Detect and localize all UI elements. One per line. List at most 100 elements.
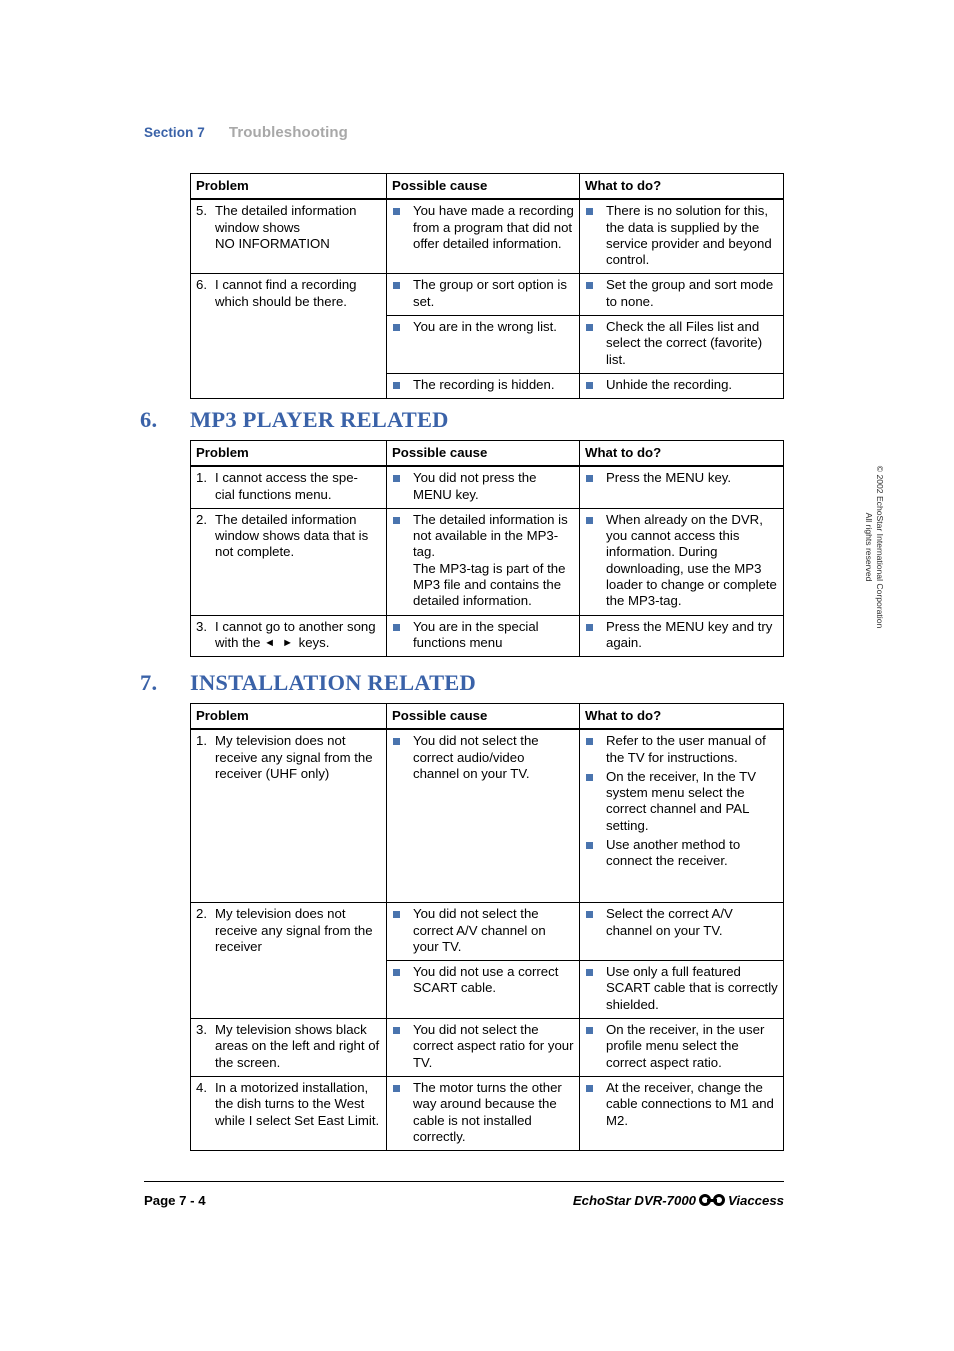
common-interface-logo-icon (699, 1194, 726, 1206)
list-item: You did not select the correct aspect ra… (392, 1022, 574, 1071)
cell-action: On the receiver, in the user profile men… (579, 1018, 784, 1077)
list-item: Select the correct A/V channel on your T… (585, 906, 778, 939)
column-header-cause: Possible cause (386, 703, 580, 731)
list-item: Refer to the user manual of the TV for i… (585, 733, 778, 766)
arrow-keys-icon: ◄ ► (264, 636, 295, 649)
cell-problem: 3. I cannot go to another song with the … (190, 614, 387, 658)
row-number: 1. (196, 470, 207, 486)
problem-text: My television shows black areas on the l… (215, 1022, 380, 1070)
list-item: Check the all Files list and select the … (585, 319, 778, 368)
cell-problem: 1. I cannot access the spe-cial function… (190, 465, 387, 509)
running-head-section: Section 7 (144, 125, 205, 140)
problem-text: In a motorized installation, the dish tu… (215, 1079, 380, 1128)
list-item-line: The detailed information is not availabl… (413, 511, 568, 560)
cell-cause: The detailed information is not availabl… (386, 507, 580, 616)
cell-action: There is no solution for this, the data … (579, 198, 784, 275)
table-header-row: Problem Possible cause What to do? (190, 173, 784, 201)
table-row: 4. In a motorized installation, the dish… (190, 1075, 784, 1152)
table-header-row: Problem Possible cause What to do? (190, 440, 784, 468)
footer-product-name: EchoStar DVR-7000 (572, 1193, 697, 1208)
row-number: 1. (196, 733, 207, 749)
cell-cause: You are in the special functions menu (386, 614, 580, 658)
cell-action: Unhide the recording. (579, 372, 784, 400)
problem-text: The detailed information window shows da… (215, 511, 369, 560)
list-item: Press the MENU key and try again. (585, 619, 778, 652)
cell-cause: You did not select the correct A/V chann… (386, 902, 580, 962)
cell-action: Press the MENU key and try again. (579, 614, 784, 658)
heading-number: 7. (140, 670, 158, 695)
cell-problem: 5. The detailed information window shows N… (190, 198, 387, 275)
table-row: 2. The detailed information window shows… (190, 507, 784, 616)
table-row: 2. My television does not receive any si… (190, 902, 784, 1020)
list-item: Unhide the recording. (585, 377, 778, 393)
cell-action: Select the correct A/V channel on your T… (579, 902, 784, 962)
table-row: 5. The detailed information window shows N… (190, 198, 784, 275)
row-number: 3. (196, 618, 207, 634)
list-item: You are in the wrong list. (392, 319, 574, 335)
problem-text: I cannot find a recording which should b… (215, 277, 357, 309)
list-item: You did not select the correct audio/vid… (392, 733, 574, 782)
cell-cause: You did not select the correct aspect ra… (386, 1018, 580, 1077)
table-mp3-troubleshooting: Problem Possible cause What to do? 1. I … (190, 440, 784, 658)
list-item: Set the group and sort mode to none. (585, 277, 778, 310)
row-number: 3. (196, 1022, 207, 1038)
list-item: The recording is hidden. (392, 377, 574, 393)
table-row: 1. I cannot access the spe-cial function… (190, 465, 784, 509)
list-item: You have made a recording from a program… (392, 203, 574, 252)
cell-action: Press the MENU key. (579, 465, 784, 509)
row-number: 6. (196, 277, 207, 293)
list-item: You did not press the MENU key. (392, 470, 574, 503)
cell-action: Refer to the user manual of the TV for i… (579, 728, 784, 904)
list-item: The motor turns the other way around bec… (392, 1080, 574, 1145)
table-row: 3. I cannot go to another song with the … (190, 614, 784, 658)
column-header-problem: Problem (190, 440, 387, 468)
running-head: Section 7 Troubleshooting (144, 124, 348, 141)
heading-installation-related: 7. INSTALLATION RELATED (140, 670, 476, 696)
document-page: Section 7 Troubleshooting Problem Possibl… (0, 0, 954, 1351)
heading-mp3-player-related: 6. MP3 PLAYER RELATED (140, 407, 449, 433)
cell-problem: 1. My television does not receive any si… (190, 728, 387, 904)
cell-cause: You did not use a correct SCART cable. (386, 960, 580, 1020)
footer-divider (144, 1181, 784, 1183)
row-number: 5. (196, 203, 207, 219)
column-header-problem: Problem (190, 173, 387, 201)
list-item: On the receiver, In the TV system menu s… (585, 769, 778, 834)
problem-text: The detailed information window shows NO I… (215, 203, 357, 251)
running-head-chapter: Troubleshooting (228, 124, 348, 141)
footer-product: EchoStar DVR-7000 Viaccess (573, 1193, 784, 1208)
column-header-cause: Possible cause (386, 173, 580, 201)
list-item: Press the MENU key. (585, 470, 778, 486)
copyright-line-2: All rights reserved (864, 512, 874, 582)
list-item: At the receiver, change the cable connec… (585, 1080, 778, 1129)
copyright-line-1: © 2002 EchoStar International Corporatio… (875, 465, 885, 629)
problem-text: My television does not receive any signa… (215, 733, 373, 781)
copyright-sidenote: © 2002 EchoStar International Corporatio… (863, 417, 885, 677)
list-item: Use another method to connect the receiv… (585, 837, 778, 870)
footer-page-number: Page 7 - 4 (144, 1193, 206, 1208)
column-header-action: What to do? (579, 440, 784, 468)
cell-problem: 2. My television does not receive any si… (190, 902, 387, 1020)
column-header-action: What to do? (579, 703, 784, 731)
column-header-problem: Problem (190, 703, 387, 731)
list-item: When already on the DVR, you cannot acce… (585, 512, 778, 610)
cell-problem: 4. In a motorized installation, the dish… (190, 1075, 387, 1152)
problem-text: I cannot access the spe-cial functions m… (215, 470, 358, 502)
table-row: 1. My television does not receive any si… (190, 728, 784, 904)
list-item: You are in the special functions menu (392, 619, 574, 652)
cell-cause: The motor turns the other way around bec… (386, 1075, 580, 1152)
list-item: On the receiver, in the user profile men… (585, 1022, 778, 1071)
row-number: 2. (196, 511, 207, 527)
cell-action: Set the group and sort mode to none. (579, 273, 784, 317)
cell-cause: You did not select the correct audio/vid… (386, 728, 580, 904)
cell-problem: 3. My television shows black areas on th… (190, 1018, 387, 1077)
cell-problem: 2. The detailed information window shows… (190, 507, 387, 616)
table-row: 6. I cannot find a recording which shoul… (190, 273, 784, 400)
list-item-line: The MP3-tag is part of the MP3 file and … (413, 560, 566, 609)
problem-text: I cannot go to another song with the ◄ ►… (215, 619, 376, 650)
list-item: You did not select the correct A/V chann… (392, 906, 574, 955)
column-header-cause: Possible cause (386, 440, 580, 468)
list-item: The detailed information is not availabl… (392, 512, 574, 610)
cell-action: When already on the DVR, you cannot acce… (579, 507, 784, 616)
cell-action: Use only a full featured SCART cable tha… (579, 960, 784, 1020)
heading-title: INSTALLATION RELATED (190, 670, 476, 695)
